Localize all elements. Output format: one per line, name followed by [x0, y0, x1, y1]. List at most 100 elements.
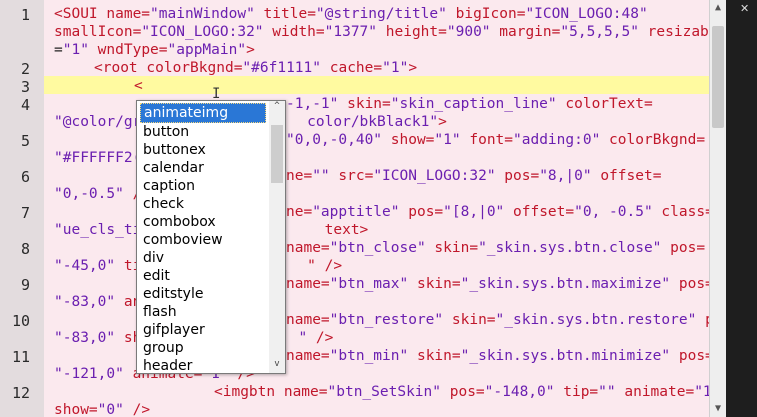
- autocomplete-item[interactable]: editstyle: [140, 285, 266, 303]
- code-token: pos=: [661, 240, 706, 256]
- code-token: pos=: [441, 384, 485, 400]
- code-token: colorText=: [556, 96, 653, 112]
- close-icon[interactable]: ✕: [740, 2, 749, 15]
- autocomplete-popup[interactable]: animateimg button buttonex calendar caption c…: [136, 100, 286, 374]
- chevron-down-icon[interactable]: v: [269, 359, 285, 373]
- code-token: pos=: [670, 276, 714, 292]
- code-token: text>: [324, 222, 369, 238]
- code-line: show="0" />: [54, 402, 150, 417]
- autocomplete-item[interactable]: combobox: [140, 213, 266, 231]
- code-token: "ICON_LOGO:32": [141, 24, 264, 40]
- code-line: <root colorBkgnd="#6f1111" cache="1">: [94, 60, 417, 76]
- code-line: ="1" wndType="appMain">: [54, 42, 255, 58]
- code-token: -1,-1": [286, 96, 339, 112]
- code-token: show=: [54, 402, 98, 417]
- code-token: "-83,0": [54, 294, 116, 310]
- code-line: <: [134, 78, 143, 94]
- code-token: "#FFFFFF2(: [54, 150, 142, 166]
- autocomplete-item[interactable]: flash: [140, 303, 266, 321]
- line-number: 5: [20, 132, 30, 150]
- code-token: "btn_SetSkin": [327, 384, 442, 400]
- code-token: pos=: [670, 348, 714, 364]
- code-line: smallIcon="ICON_LOGO:32" width="1377" he…: [54, 24, 726, 40]
- code-token: "0,-0.5": [54, 186, 124, 202]
- vertical-scrollbar[interactable]: ▲ ▼: [709, 0, 726, 417]
- code-line: ne="apptitle" pos="[8,|0" offset="0, -0.…: [286, 204, 714, 220]
- code-token: "ICON_LOGO:32": [373, 168, 496, 184]
- code-line: -1,-1" skin="skin_caption_line" colorTex…: [286, 96, 653, 112]
- text-cursor-icon: I: [212, 86, 221, 102]
- autocomplete-item[interactable]: check: [140, 195, 266, 213]
- code-line: "#FFFFFF2(: [54, 150, 141, 166]
- scrollbar-thumb[interactable]: [712, 26, 724, 128]
- code-token: name=: [286, 312, 330, 328]
- code-line: name="btn_min" skin="_skin.sys.btn.minim…: [286, 348, 714, 364]
- code-token: width=: [263, 24, 325, 40]
- code-line: name="btn_restore" skin="_skin.sys.btn.r…: [286, 312, 740, 328]
- code-token: "0": [97, 402, 124, 417]
- code-token: "1": [382, 60, 409, 76]
- code-token: "btn_restore": [329, 312, 444, 328]
- autocomplete-item[interactable]: edit: [140, 267, 266, 285]
- scroll-down-icon[interactable]: ▼: [710, 401, 726, 417]
- autocomplete-item[interactable]: gifplayer: [140, 321, 266, 339]
- autocomplete-item[interactable]: comboview: [140, 231, 266, 249]
- code-token: >: [438, 114, 447, 130]
- code-line: <imgbtn name="btn_SetSkin" pos="-148,0" …: [214, 384, 720, 400]
- code-token: colorBkgnd=: [146, 60, 243, 76]
- code-token: >: [408, 60, 418, 76]
- code-token: colorBkgnd=: [600, 132, 706, 148]
- side-panel: ✕: [726, 0, 757, 417]
- autocomplete-item[interactable]: button: [140, 123, 266, 141]
- code-token: tip=: [554, 384, 599, 400]
- code-token: "": [598, 384, 616, 400]
- code-token: title=: [254, 6, 316, 22]
- code-token: "[8,|0": [443, 204, 505, 220]
- code-token: "btn_min": [329, 348, 409, 364]
- code-token: ne=: [286, 204, 313, 220]
- code-token: src=: [329, 168, 374, 184]
- autocomplete-list[interactable]: animateimg button buttonex calendar caption c…: [140, 103, 266, 375]
- code-editor[interactable]: 1 2 3 4 5 6 7 8 9 10 11 12 <SOUI name="mainWindow" …: [0, 0, 757, 417]
- line-number: 7: [20, 204, 30, 222]
- code-token: "-83,0": [54, 330, 116, 346]
- autocomplete-item[interactable]: buttonex: [140, 141, 266, 159]
- code-token: animate=: [615, 384, 695, 400]
- code-token: "1": [62, 42, 89, 58]
- code-token: cache=: [321, 60, 383, 76]
- code-token: pos=: [399, 204, 444, 220]
- code-token: <root: [94, 60, 147, 76]
- code-token: "": [312, 168, 330, 184]
- autocomplete-scroll-thumb[interactable]: [271, 125, 283, 183]
- code-token: height=: [377, 24, 447, 40]
- code-token: skin=: [408, 348, 461, 364]
- code-token: font=: [460, 132, 514, 148]
- code-token: <imgbtn: [214, 384, 284, 400]
- line-number: 3: [20, 78, 30, 96]
- scroll-up-icon[interactable]: ▲: [710, 0, 726, 16]
- code-token: skin=: [425, 240, 479, 256]
- code-token: "-148,0": [484, 384, 555, 400]
- autocomplete-item[interactable]: caption: [140, 177, 266, 195]
- code-token: ": [298, 330, 308, 346]
- code-token: margin=: [490, 24, 561, 40]
- code-line: ne="" src="ICON_LOGO:32" pos="8,|0" offs…: [286, 168, 661, 184]
- code-token: name=: [286, 276, 330, 292]
- autocomplete-scrollbar[interactable]: ^ v: [269, 101, 285, 373]
- code-token: name=: [106, 6, 151, 22]
- line-number: 8: [20, 240, 30, 258]
- chevron-up-icon[interactable]: ^: [269, 101, 285, 115]
- code-line: <SOUI name="mainWindow" title="@string/t…: [54, 6, 648, 22]
- code-line: name="btn_max" skin="_skin.sys.btn.maxim…: [286, 276, 714, 292]
- code-token: >: [246, 42, 255, 58]
- code-token: name=: [286, 348, 330, 364]
- autocomplete-item[interactable]: group: [140, 339, 266, 357]
- code-token: pos=: [495, 168, 540, 184]
- code-token: "_skin.sys.btn.maximize": [460, 276, 671, 292]
- autocomplete-item[interactable]: div: [140, 249, 266, 267]
- autocomplete-item[interactable]: header: [140, 357, 266, 375]
- autocomplete-item[interactable]: animateimg: [140, 103, 266, 123]
- code-token: " />: [307, 258, 343, 274]
- code-token: "#6f1111": [242, 60, 321, 76]
- autocomplete-item[interactable]: calendar: [140, 159, 266, 177]
